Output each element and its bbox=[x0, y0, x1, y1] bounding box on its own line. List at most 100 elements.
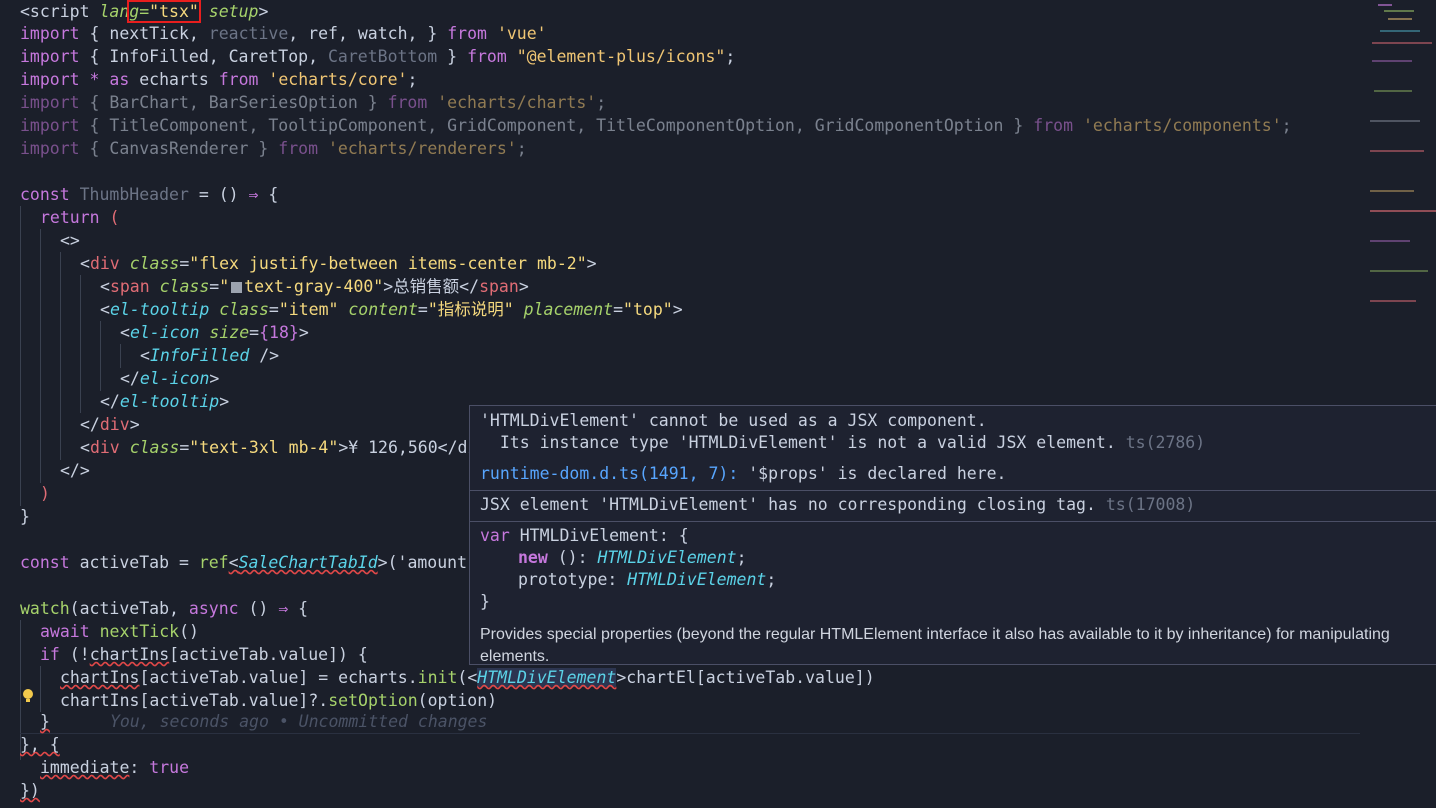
minimap-line bbox=[1380, 30, 1420, 32]
token: g= bbox=[129, 2, 150, 21]
indent-guide bbox=[100, 321, 101, 391]
token: 'vue' bbox=[496, 24, 547, 43]
code-line-14[interactable]: <el-tooltip class="item" content="指标说明" … bbox=[100, 298, 683, 321]
token: class bbox=[129, 254, 180, 273]
token: size bbox=[209, 323, 250, 342]
token: import bbox=[20, 139, 80, 158]
token: * bbox=[89, 70, 100, 89]
token: true bbox=[149, 758, 190, 777]
code-line-22[interactable]: ) bbox=[40, 482, 50, 505]
code-line-11[interactable]: <> bbox=[60, 229, 80, 252]
code-line-16[interactable]: <InfoFilled /> bbox=[140, 344, 279, 367]
token: div bbox=[99, 415, 130, 434]
code-line-20[interactable]: <div class="text-3xl mb-4">¥ 126,560</di bbox=[80, 436, 477, 459]
token: , bbox=[188, 24, 209, 43]
related-text: '$props' is declared here. bbox=[738, 464, 1007, 483]
token: el-icon bbox=[139, 369, 210, 388]
token: from bbox=[467, 47, 507, 66]
token: </ bbox=[100, 392, 120, 411]
code-line-9[interactable]: const ThumbHeader = () ⇒ { bbox=[20, 183, 278, 206]
token: 'echarts/charts' bbox=[437, 93, 597, 112]
code-line-18[interactable]: </el-tooltip> bbox=[100, 390, 229, 413]
code-line-12[interactable]: <div class="flex justify-between items-c… bbox=[80, 252, 597, 275]
minimap[interactable] bbox=[1360, 0, 1436, 808]
token: class bbox=[219, 300, 269, 319]
token: > bbox=[672, 300, 683, 319]
token: "@element-plus/icons" bbox=[516, 47, 726, 66]
token: immediate bbox=[40, 758, 130, 777]
code-line-23[interactable]: } bbox=[20, 505, 30, 528]
code-line-34[interactable]: immediate: true bbox=[40, 756, 189, 779]
token: = bbox=[209, 277, 220, 296]
code-line-25[interactable]: const activeTab = ref<SaleChartTabId>('a… bbox=[20, 551, 477, 574]
token: ; bbox=[407, 70, 418, 89]
token: el-tooltip bbox=[109, 300, 210, 319]
token: { bbox=[258, 185, 279, 204]
minimap-line bbox=[1388, 18, 1412, 20]
code-line-35[interactable]: }) bbox=[20, 779, 40, 802]
code-line-17[interactable]: </el-icon> bbox=[120, 367, 219, 390]
token: <script bbox=[20, 2, 100, 21]
token: [activeTab.value]) { bbox=[169, 645, 368, 664]
code-line-10[interactable]: return ( bbox=[40, 206, 119, 229]
hover-tooltip[interactable]: 'HTMLDivElement' cannot be used as a JSX… bbox=[469, 405, 1436, 665]
code-line-1[interactable]: <script lang="tsx" setup> bbox=[20, 0, 268, 23]
token: setup bbox=[198, 2, 259, 21]
error-message-1: 'HTMLDivElement' cannot be used as a JSX… bbox=[480, 410, 987, 432]
minimap-line bbox=[1370, 190, 1414, 192]
code-line-33[interactable]: }, { bbox=[20, 733, 60, 756]
code-line-6[interactable]: import { TitleComponent, TooltipComponen… bbox=[20, 114, 1292, 137]
code-line-2[interactable]: import { nextTick, reactive, ref, watch,… bbox=[20, 22, 547, 45]
code-editor[interactable]: <script lang="tsx" setup> import { nextT… bbox=[0, 0, 1360, 808]
indent-guide bbox=[20, 206, 21, 506]
code-line-29[interactable]: if (!chartIns[activeTab.value]) { bbox=[40, 643, 368, 666]
token: () bbox=[179, 622, 199, 641]
code-line-27[interactable]: watch(activeTab, async () ⇒ { bbox=[20, 597, 308, 620]
token: (): bbox=[547, 548, 598, 567]
token: "top" bbox=[623, 300, 673, 319]
token: const bbox=[20, 185, 70, 204]
token: { TitleComponent, TooltipComponent, Grid… bbox=[79, 116, 1034, 135]
code-line-31[interactable]: chartIns[activeTab.value]?.setOption(opt… bbox=[60, 689, 497, 712]
signature-line-1: var HTMLDivElement: { bbox=[480, 525, 689, 547]
code-line-3[interactable]: import { InfoFilled, CaretTop, CaretBott… bbox=[20, 45, 735, 68]
lightbulb-icon[interactable] bbox=[22, 688, 34, 708]
token: div bbox=[89, 438, 120, 457]
code-line-13[interactable]: <span class=" text-gray-400">总销售额</span> bbox=[100, 275, 529, 298]
token: " bbox=[219, 277, 230, 296]
token: var bbox=[480, 526, 510, 545]
token: HTMLDivElement bbox=[627, 570, 767, 589]
minimap-line bbox=[1384, 10, 1414, 12]
token: activeTab = bbox=[69, 553, 199, 572]
token: ; bbox=[596, 93, 607, 112]
source-link[interactable]: runtime-dom.d.ts(1491, 7): bbox=[480, 464, 738, 483]
minimap-line bbox=[1370, 300, 1416, 302]
token: </ bbox=[120, 369, 140, 388]
token: }) bbox=[20, 781, 40, 800]
indent-guide bbox=[80, 275, 81, 413]
code-line-32[interactable]: } You, seconds ago • Uncommitted changes bbox=[40, 710, 487, 733]
code-line-5[interactable]: import { BarChart, BarSeriesOption } fro… bbox=[20, 91, 606, 114]
token: class bbox=[159, 277, 210, 296]
token: 'echarts/components' bbox=[1082, 116, 1282, 135]
code-line-30[interactable]: chartIns[activeTab.value] = echarts.init… bbox=[60, 666, 875, 689]
token: setOption bbox=[328, 691, 418, 710]
code-line-19[interactable]: </div> bbox=[80, 413, 140, 436]
code-line-28[interactable]: await nextTick() bbox=[40, 620, 199, 643]
code-line-15[interactable]: <el-icon size={18}> bbox=[120, 321, 309, 344]
token: chartIns bbox=[60, 668, 140, 687]
color-swatch-icon[interactable] bbox=[231, 282, 243, 293]
token: from bbox=[278, 139, 319, 158]
token: "flex justify-between items-center mb-2" bbox=[189, 254, 587, 273]
code-line-4[interactable]: import * as echarts from 'echarts/core'; bbox=[20, 68, 417, 91]
minimap-line bbox=[1372, 42, 1432, 44]
code-line-7[interactable]: import { CanvasRenderer } from 'echarts/… bbox=[20, 137, 527, 160]
token: <> bbox=[60, 231, 80, 250]
code-line-21[interactable]: </> bbox=[60, 459, 90, 482]
